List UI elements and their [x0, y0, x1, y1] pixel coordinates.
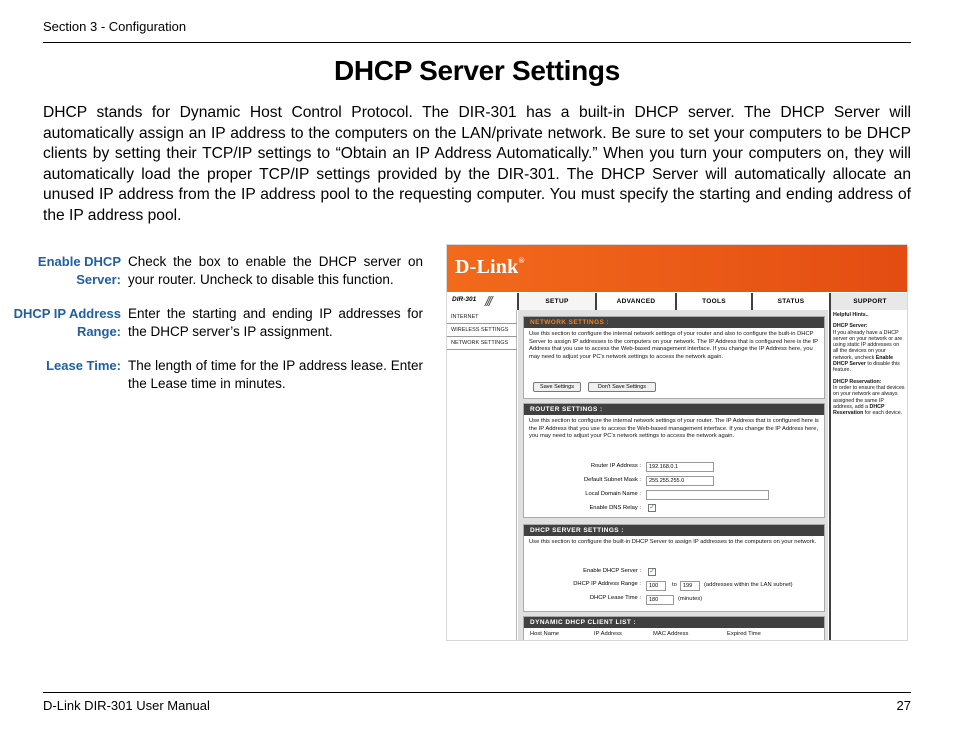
term-line: Lease Time:	[46, 358, 121, 373]
dont-save-settings-button[interactable]: Don't Save Settings	[588, 382, 656, 392]
page-number: 27	[896, 698, 911, 713]
col-mac-address: MAC Address	[653, 631, 689, 637]
enable-dhcp-checkbox[interactable]: ✓	[648, 568, 656, 576]
left-nav-network[interactable]: NETWORK SETTINGS	[447, 337, 517, 350]
logo-text: D-Link	[455, 256, 519, 278]
help-text-dhcp-server: If you already have a DHCP server on you…	[833, 330, 905, 374]
tab-advanced[interactable]: ADVANCED	[595, 293, 675, 310]
help-text-reservation: In order to ensure that devices on your …	[833, 385, 905, 416]
router-settings-heading: ROUTER SETTINGS :	[524, 404, 824, 415]
col-expired-time: Expired Time	[727, 631, 761, 637]
left-nav-internet[interactable]: INTERNET	[447, 311, 517, 324]
help-title: Helpful Hints..	[833, 312, 869, 318]
client-list-panel: DYNAMIC DHCP CLIENT LIST : Host Name IP …	[523, 616, 825, 640]
left-nav: INTERNET WIRELESS SETTINGS NETWORK SETTI…	[447, 310, 517, 640]
dhcp-range-label: DHCP IP Address Range :	[573, 581, 641, 587]
header-rule	[43, 42, 911, 43]
desc-lease-time: The length of time for the IP address le…	[128, 358, 423, 391]
router-screenshot: D-Link® DIR-301 /// SETUP ADVANCED TOOLS…	[446, 244, 908, 641]
dhcp-settings-heading: DHCP SERVER SETTINGS :	[524, 525, 824, 536]
dlink-logo: D-Link®	[455, 256, 525, 278]
col-ip-address: IP Address	[594, 631, 622, 637]
term-ip-range: DHCP IP Address Range:	[10, 305, 121, 340]
dlink-banner: D-Link®	[447, 245, 907, 292]
range-to-label: to	[672, 582, 677, 588]
desc-ip-range: Enter the starting and ending IP address…	[128, 306, 423, 339]
domain-name-label: Local Domain Name :	[585, 491, 641, 497]
subnet-mask-input[interactable]: 255.255.255.0	[646, 476, 714, 486]
router-settings-panel: ROUTER SETTINGS : Use this section to co…	[523, 403, 825, 518]
lease-unit: (minutes)	[678, 596, 703, 602]
term-lease-time: Lease Time:	[20, 357, 121, 375]
footer-manual-title: D-Link DIR-301 User Manual	[43, 698, 210, 713]
left-nav-wireless[interactable]: WIRELESS SETTINGS	[447, 324, 517, 337]
term-enable-dhcp: Enable DHCP Server:	[20, 253, 121, 288]
footer-rule	[43, 692, 911, 693]
router-settings-text: Use this section to configure the intern…	[529, 418, 819, 440]
term-line: Server:	[76, 271, 121, 287]
model-tab: DIR-301	[447, 293, 517, 310]
network-settings-panel: NETWORK SETTINGS : Use this section to c…	[523, 316, 825, 399]
intro-paragraph: DHCP stands for Dynamic Host Control Pro…	[43, 104, 911, 224]
help-heading-dhcp-server: DHCP Server:	[833, 323, 868, 330]
client-list-heading: DYNAMIC DHCP CLIENT LIST :	[524, 617, 824, 628]
lease-time-label: DHCP Lease Time :	[589, 595, 641, 601]
network-settings-text: Use this section to configure the intern…	[529, 331, 818, 360]
model-label: DIR-301	[452, 296, 477, 303]
term-line: Range:	[76, 323, 121, 339]
network-settings-heading: NETWORK SETTINGS :	[524, 317, 824, 328]
col-host-name: Host Name	[530, 631, 559, 637]
help-text: for each device.	[863, 410, 903, 417]
dhcp-settings-text: Use this section to configure the built-…	[529, 539, 817, 545]
domain-name-input[interactable]	[646, 490, 769, 500]
dhcp-settings-panel: DHCP SERVER SETTINGS : Use this section …	[523, 524, 825, 612]
desc-enable-dhcp: Check the box to enable the DHCP server …	[128, 254, 423, 287]
dns-relay-label: Enable DNS Relay :	[589, 505, 641, 511]
router-ip-input[interactable]: 192.168.0.1	[646, 462, 714, 472]
model-slash-decoration: ///	[485, 293, 493, 309]
tab-support[interactable]: SUPPORT	[829, 293, 907, 310]
term-line: Enable DHCP	[37, 254, 121, 269]
subnet-mask-label: Default Subnet Mask :	[583, 477, 641, 483]
tab-tools[interactable]: TOOLS	[675, 293, 751, 310]
dns-relay-checkbox[interactable]: ✓	[648, 504, 656, 512]
enable-dhcp-label: Enable DHCP Server :	[583, 568, 641, 574]
term-line: DHCP IP Address	[13, 306, 121, 321]
dhcp-range-end-input[interactable]: 199	[680, 581, 700, 591]
save-settings-button[interactable]: Save Settings	[533, 382, 581, 392]
tab-setup[interactable]: SETUP	[517, 293, 595, 310]
lease-time-input[interactable]: 180	[646, 595, 674, 605]
range-note: (addresses within the LAN subnet)	[704, 582, 793, 588]
dhcp-range-start-input[interactable]: 100	[646, 581, 666, 591]
help-heading-reservation: DHCP Reservation:	[833, 378, 882, 385]
section-label: Section 3 - Configuration	[43, 19, 187, 34]
help-box: Helpful Hints.. DHCP Server: If you alre…	[831, 310, 907, 640]
page-title: DHCP Server Settings	[333, 55, 621, 86]
router-ip-label: Router IP Address :	[590, 463, 641, 469]
tab-status[interactable]: STATUS	[751, 293, 829, 310]
